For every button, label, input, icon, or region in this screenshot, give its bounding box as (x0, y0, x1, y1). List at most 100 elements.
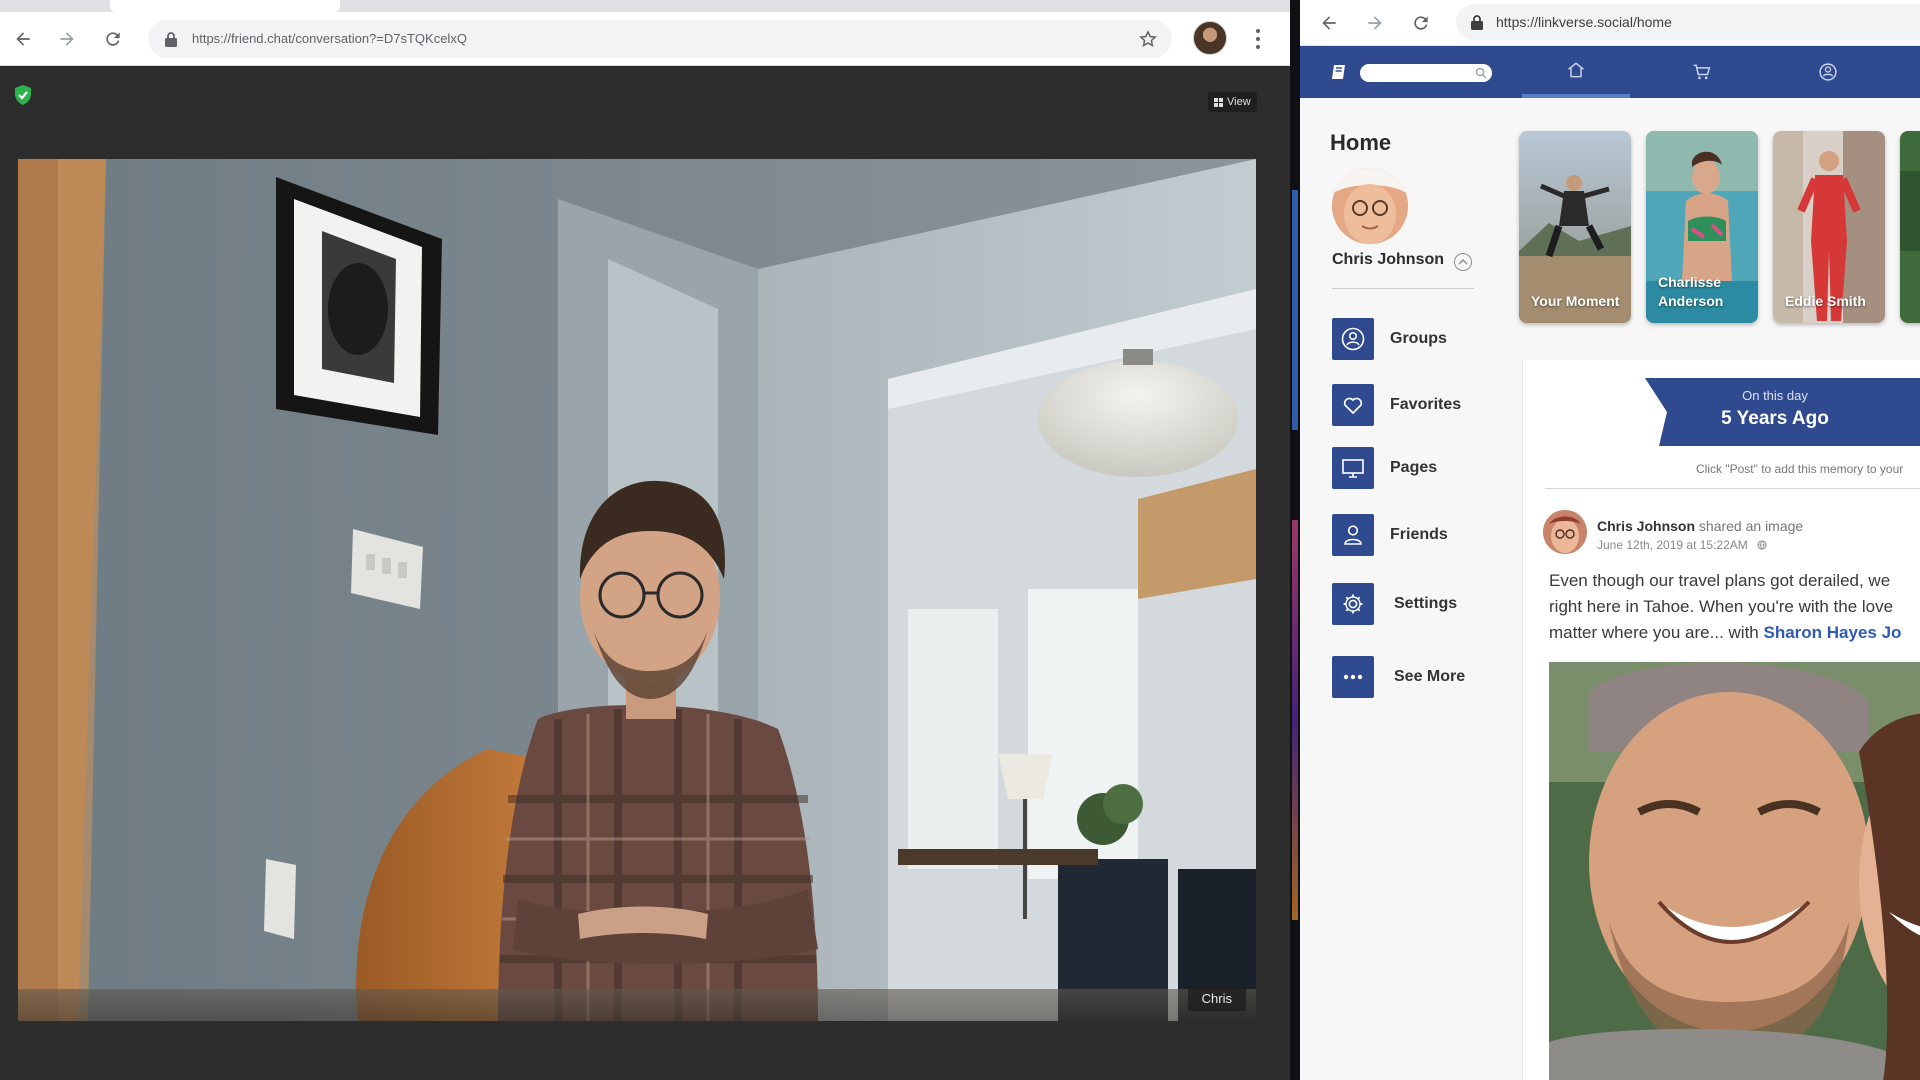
site-navbar (1300, 46, 1920, 98)
sidebar-item-label: Favorites (1390, 396, 1462, 413)
sidebar-item-groups[interactable]: Groups (1332, 318, 1492, 360)
shield-check-icon (15, 85, 31, 105)
story-label: Charlisse Anderson (1658, 274, 1724, 309)
forward-arrow-icon (1368, 16, 1382, 30)
memory-post-card: On this day 5 Years Ago Click "Post" to … (1522, 360, 1920, 1080)
nav-tab-home[interactable] (1522, 46, 1630, 98)
post-date-text: June 12th, 2019 at 15:22AM (1597, 538, 1748, 552)
browser-tab[interactable] (110, 0, 340, 12)
nav-tab-shop[interactable] (1648, 46, 1756, 98)
grid-icon (1214, 97, 1223, 107)
home-icon (1568, 62, 1584, 78)
sidebar-item-label: Friends (1390, 526, 1448, 543)
memory-label: On this day (1742, 388, 1808, 403)
call-area: View Chris (0, 66, 1290, 1080)
sidebar-item-label: Pages (1390, 459, 1438, 476)
reload-icon (106, 32, 120, 46)
browser-menu-button[interactable] (1248, 26, 1268, 52)
sidebar-item-favorites[interactable]: Favorites (1332, 384, 1492, 426)
memory-hint: Click "Post" to add this memory to your (1696, 462, 1904, 476)
post-photo (1549, 662, 1920, 1080)
sidebar-item-label: See More (1394, 668, 1466, 685)
search-icon[interactable] (1475, 67, 1487, 79)
story-label: Eddie Smith (1785, 293, 1866, 309)
post-timestamp: June 12th, 2019 at 15:22AM (1597, 538, 1767, 552)
address-bar[interactable]: https://linkverse.social/home (1456, 4, 1920, 40)
back-button[interactable] (8, 24, 38, 54)
lock-icon (1471, 15, 1483, 30)
network-profile-icon (1819, 63, 1837, 81)
groups-icon (1332, 318, 1374, 360)
sidebar-item-pages[interactable]: Pages (1332, 447, 1492, 489)
post-author-name[interactable]: Chris Johnson (1597, 518, 1695, 534)
memory-banner: On this day 5 Years Ago (1645, 378, 1920, 446)
story-image (1900, 131, 1920, 323)
site-logo-icon[interactable] (1330, 63, 1348, 81)
story-card[interactable]: Eddie Smith (1773, 131, 1885, 323)
story-card[interactable]: Your Moment (1519, 131, 1631, 323)
forward-arrow-icon (60, 32, 74, 46)
post-mention-link[interactable]: Sharon Hayes Jo (1763, 623, 1901, 642)
memory-years: 5 Years Ago (1721, 408, 1829, 429)
address-url: https://friend.chat/conversation?=D7sTQK… (192, 31, 467, 46)
reload-button[interactable] (98, 24, 128, 54)
story-label: Your Moment (1531, 293, 1620, 309)
menu-dot-icon (1256, 37, 1260, 41)
forward-button[interactable] (52, 24, 82, 54)
person-icon (1332, 514, 1374, 556)
post-text-line-3: matter where you are... with Sharon Haye… (1549, 620, 1920, 646)
lock-icon (165, 32, 177, 47)
back-arrow-icon (1322, 16, 1336, 30)
post-text-fragment: matter where you are... with (1549, 623, 1764, 642)
social-browser-window: https://linkverse.social/home Home Chris… (1300, 0, 1920, 1080)
more-icon (1332, 656, 1374, 698)
participant-name-tag: Chris (1187, 986, 1246, 1011)
post-image[interactable] (1549, 662, 1920, 1080)
sidebar-item-settings[interactable]: Settings (1332, 583, 1492, 625)
story-card[interactable]: Charlisse Anderson (1646, 131, 1758, 323)
story-card[interactable] (1900, 131, 1920, 323)
sidebar-item-label: Settings (1394, 595, 1458, 612)
post-author-line: Chris Johnson shared an image (1597, 518, 1803, 534)
post-text-line: right here in Tahoe. When you're with th… (1549, 597, 1894, 616)
sidebar-item-label: Groups (1390, 330, 1447, 347)
address-url: https://linkverse.social/home (1496, 14, 1672, 30)
reload-button[interactable] (1406, 8, 1436, 38)
browser-toolbar: https://friend.chat/conversation?=D7sTQK… (0, 12, 1290, 66)
avatar-photo (1332, 168, 1408, 244)
site-search-input[interactable] (1360, 64, 1492, 82)
menu-dot-icon (1256, 45, 1260, 49)
menu-dot-icon (1256, 29, 1260, 33)
bookmark-star-icon[interactable] (1138, 29, 1158, 49)
globe-icon (1757, 540, 1767, 550)
participant-video-feed: Chris (18, 159, 1256, 1021)
video-call-browser-window: https://friend.chat/conversation?=D7sTQK… (0, 0, 1290, 1080)
sidebar-item-see-more[interactable]: See More (1332, 656, 1492, 698)
browser-profile-avatar[interactable] (1193, 21, 1227, 55)
heart-icon (1332, 384, 1374, 426)
gear-icon (1332, 583, 1374, 625)
cart-icon (1693, 64, 1711, 80)
browser-toolbar: https://linkverse.social/home (1300, 0, 1920, 46)
reload-icon (1414, 16, 1428, 30)
post-text-line: Even though our travel plans got deraile… (1549, 571, 1891, 590)
avatar-photo (1543, 510, 1587, 554)
nav-tab-network[interactable] (1774, 46, 1882, 98)
back-button[interactable] (1314, 8, 1344, 38)
post-author-avatar[interactable] (1543, 510, 1587, 554)
profile-avatar[interactable] (1332, 168, 1408, 244)
profile-name[interactable]: Chris Johnson (1332, 251, 1444, 269)
post-action-text: shared an image (1698, 518, 1804, 534)
sidebar-item-friends[interactable]: Friends (1332, 514, 1492, 556)
profile-collapse-button[interactable] (1454, 253, 1472, 271)
video-frame-image (18, 159, 1256, 1021)
window-divider (1290, 0, 1300, 1080)
address-bar[interactable]: https://friend.chat/conversation?=D7sTQK… (148, 20, 1172, 58)
chevron-up-icon (1458, 258, 1468, 265)
forward-button[interactable] (1360, 8, 1390, 38)
background-wallpaper-strip (1292, 190, 1298, 430)
background-wallpaper-strip (1292, 520, 1298, 920)
view-button-label: View (1227, 96, 1251, 108)
view-layout-button[interactable]: View (1208, 92, 1257, 112)
back-arrow-icon (16, 32, 30, 46)
